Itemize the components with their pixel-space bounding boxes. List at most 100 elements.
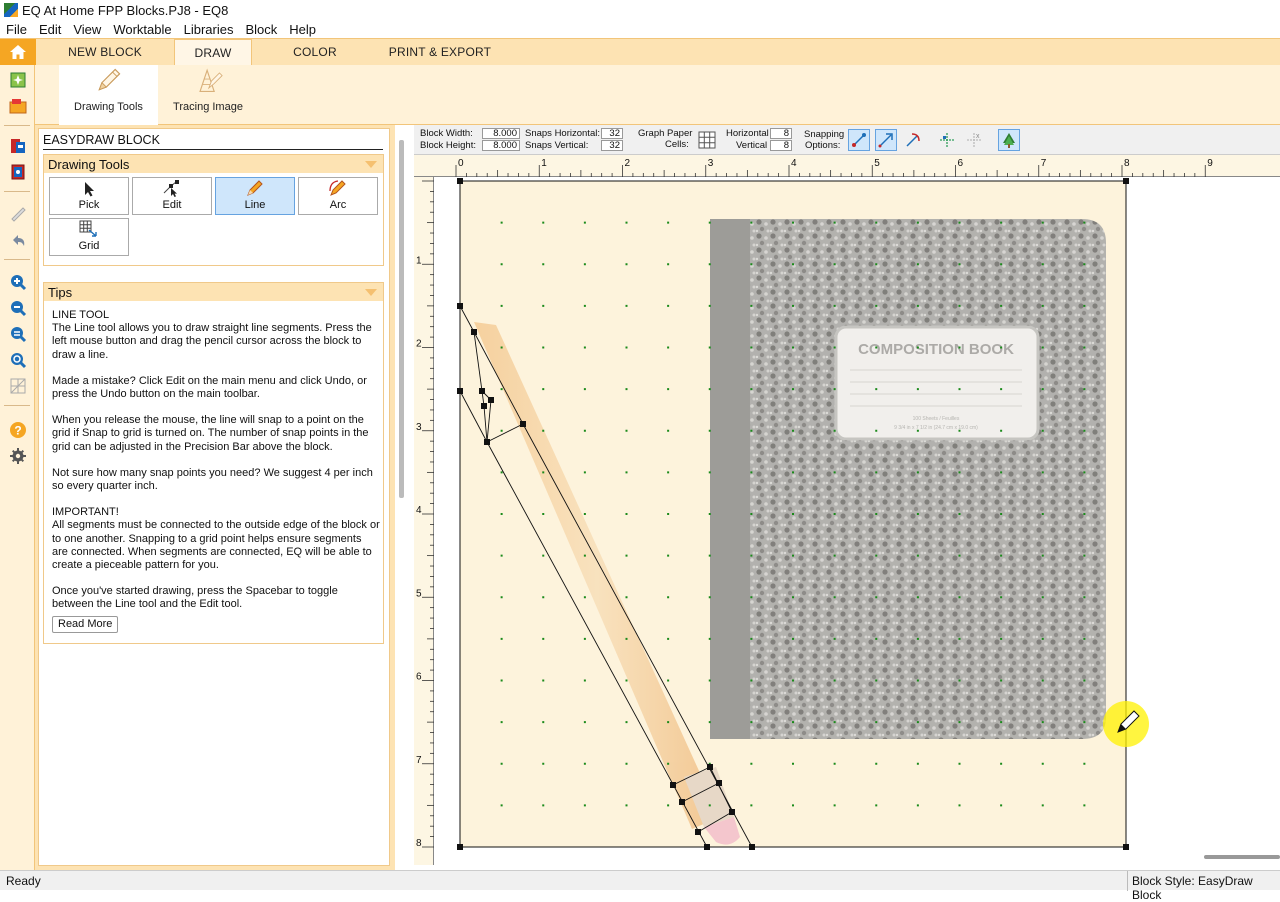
grid-dot <box>625 388 628 391</box>
grid-dot <box>916 679 919 682</box>
menu-file[interactable]: File <box>0 22 33 37</box>
pencil-icon <box>97 68 120 91</box>
grid-dot <box>542 513 545 515</box>
grid-dot <box>583 429 586 432</box>
snaps-horizontal-field[interactable]: 32 <box>601 128 623 139</box>
grid-dot <box>500 637 503 640</box>
line-tool-button[interactable]: Line <box>215 177 295 215</box>
read-more-button[interactable]: Read More <box>52 615 119 633</box>
grid-dot <box>875 637 878 640</box>
library-button[interactable] <box>6 135 30 157</box>
grid-dot <box>875 471 878 474</box>
zoom-in-icon <box>11 275 27 291</box>
grid-dot <box>1000 679 1003 682</box>
grid-dot <box>958 346 961 349</box>
grid-dot <box>1000 513 1003 515</box>
snap-to-node-button[interactable] <box>875 129 897 151</box>
snaps-vertical-field[interactable]: 32 <box>601 140 623 151</box>
pick-tool-button[interactable]: Pick <box>49 177 129 215</box>
horizontal-cells-field[interactable]: 8 <box>770 128 792 139</box>
menu-worktable[interactable]: Worktable <box>107 22 177 37</box>
grid-dot <box>958 804 961 807</box>
grid-dot <box>833 388 836 391</box>
grid-dot <box>1041 762 1044 765</box>
tips-header[interactable]: Tips <box>44 283 383 301</box>
tips-text: LINE TOOL The Line tool allows you to dr… <box>52 309 380 633</box>
new-project-button[interactable] <box>6 69 30 91</box>
vertical-cells-field[interactable]: 8 <box>770 140 792 151</box>
layout-button[interactable] <box>6 375 30 397</box>
grid-dot <box>542 804 545 807</box>
sketchbook-button[interactable] <box>6 161 30 183</box>
add-nodes-button[interactable] <box>936 129 958 151</box>
menu-help[interactable]: Help <box>283 22 322 37</box>
color-block-button[interactable] <box>998 129 1020 151</box>
grid-dot <box>1041 221 1044 224</box>
horizontal-scrollbar[interactable] <box>1204 855 1280 859</box>
grid-dot <box>875 804 878 807</box>
grid-dot <box>500 679 503 682</box>
clear-nodes-button[interactable]: x <box>963 129 985 151</box>
grid-dot <box>625 471 628 474</box>
tracing-image-button[interactable]: Tracing Image <box>162 65 254 125</box>
zoom-fit-button[interactable] <box>6 323 30 345</box>
tip-important: IMPORTANT! All segments must be connecte… <box>52 506 380 572</box>
snap-to-grid-button[interactable] <box>848 129 870 151</box>
grid-dot <box>792 471 794 474</box>
undo-button[interactable] <box>6 229 30 251</box>
grid-dot <box>875 721 878 724</box>
grid-dot <box>750 263 753 266</box>
edit-tool-button[interactable]: Edit <box>132 177 212 215</box>
block-worktable[interactable]: COMPOSITION BOOK 100 Sheets / Feuilles 9… <box>434 177 1280 867</box>
tab-new-block[interactable]: NEW BLOCK <box>36 39 174 65</box>
pointer-icon <box>85 182 94 197</box>
help-button[interactable]: ? <box>6 419 30 441</box>
home-button[interactable] <box>0 39 36 65</box>
grid-dot <box>750 471 753 474</box>
tab-color[interactable]: COLOR <box>252 39 378 65</box>
menu-block[interactable]: Block <box>239 22 283 37</box>
menu-view[interactable]: View <box>67 22 107 37</box>
tab-print-export[interactable]: PRINT & EXPORT <box>378 39 502 65</box>
grid-dot <box>916 346 919 349</box>
grid-dot <box>792 637 794 640</box>
zoom-out-button[interactable] <box>6 297 30 319</box>
snap-to-drawing-button[interactable] <box>902 129 924 151</box>
grid-dot <box>1041 804 1044 807</box>
block-width-field[interactable]: 8.000 <box>482 128 520 139</box>
block-canvas[interactable]: COMPOSITION BOOK 100 Sheets / Feuilles 9… <box>434 177 1280 867</box>
open-project-button[interactable] <box>6 95 30 117</box>
settings-button[interactable] <box>6 445 30 467</box>
drawing-tools-header[interactable]: Drawing Tools <box>44 155 383 173</box>
grid-dot <box>833 263 836 266</box>
arc-tool-button[interactable]: Arc <box>298 177 378 215</box>
zoom-in-button[interactable] <box>6 271 30 293</box>
svg-text:?: ? <box>14 424 21 438</box>
window-title: EQ At Home FPP Blocks.PJ8 - EQ8 <box>22 2 229 18</box>
grid-dot <box>500 762 503 765</box>
grid-dot <box>583 637 586 640</box>
grid-dot <box>708 429 711 432</box>
grid-dot <box>667 637 670 640</box>
menu-libraries[interactable]: Libraries <box>178 22 240 37</box>
add-node-icon <box>940 133 954 147</box>
grid-dot <box>792 679 794 682</box>
menu-edit[interactable]: Edit <box>33 22 67 37</box>
tab-draw[interactable]: DRAW <box>174 39 252 65</box>
grid-dot <box>958 721 961 724</box>
grid-dot <box>833 804 836 807</box>
grid-dot <box>708 513 711 515</box>
ruler-icon <box>11 207 26 222</box>
panel-scrollbar[interactable] <box>399 140 404 498</box>
grid-tool-button[interactable]: Grid <box>49 218 129 256</box>
grid-dot <box>1083 554 1086 557</box>
graph-paper-button[interactable] <box>696 129 718 151</box>
drawing-tools-button[interactable]: Drawing Tools <box>59 65 158 125</box>
zoom-refresh-button[interactable] <box>6 349 30 371</box>
ruler-button[interactable] <box>6 203 30 225</box>
block-height-field[interactable]: 8.000 <box>482 140 520 151</box>
grid-dot <box>916 637 919 640</box>
cover-sheets: 100 Sheets / Feuilles <box>913 416 960 422</box>
grid-dot <box>500 304 503 307</box>
grid-dot <box>542 429 545 432</box>
